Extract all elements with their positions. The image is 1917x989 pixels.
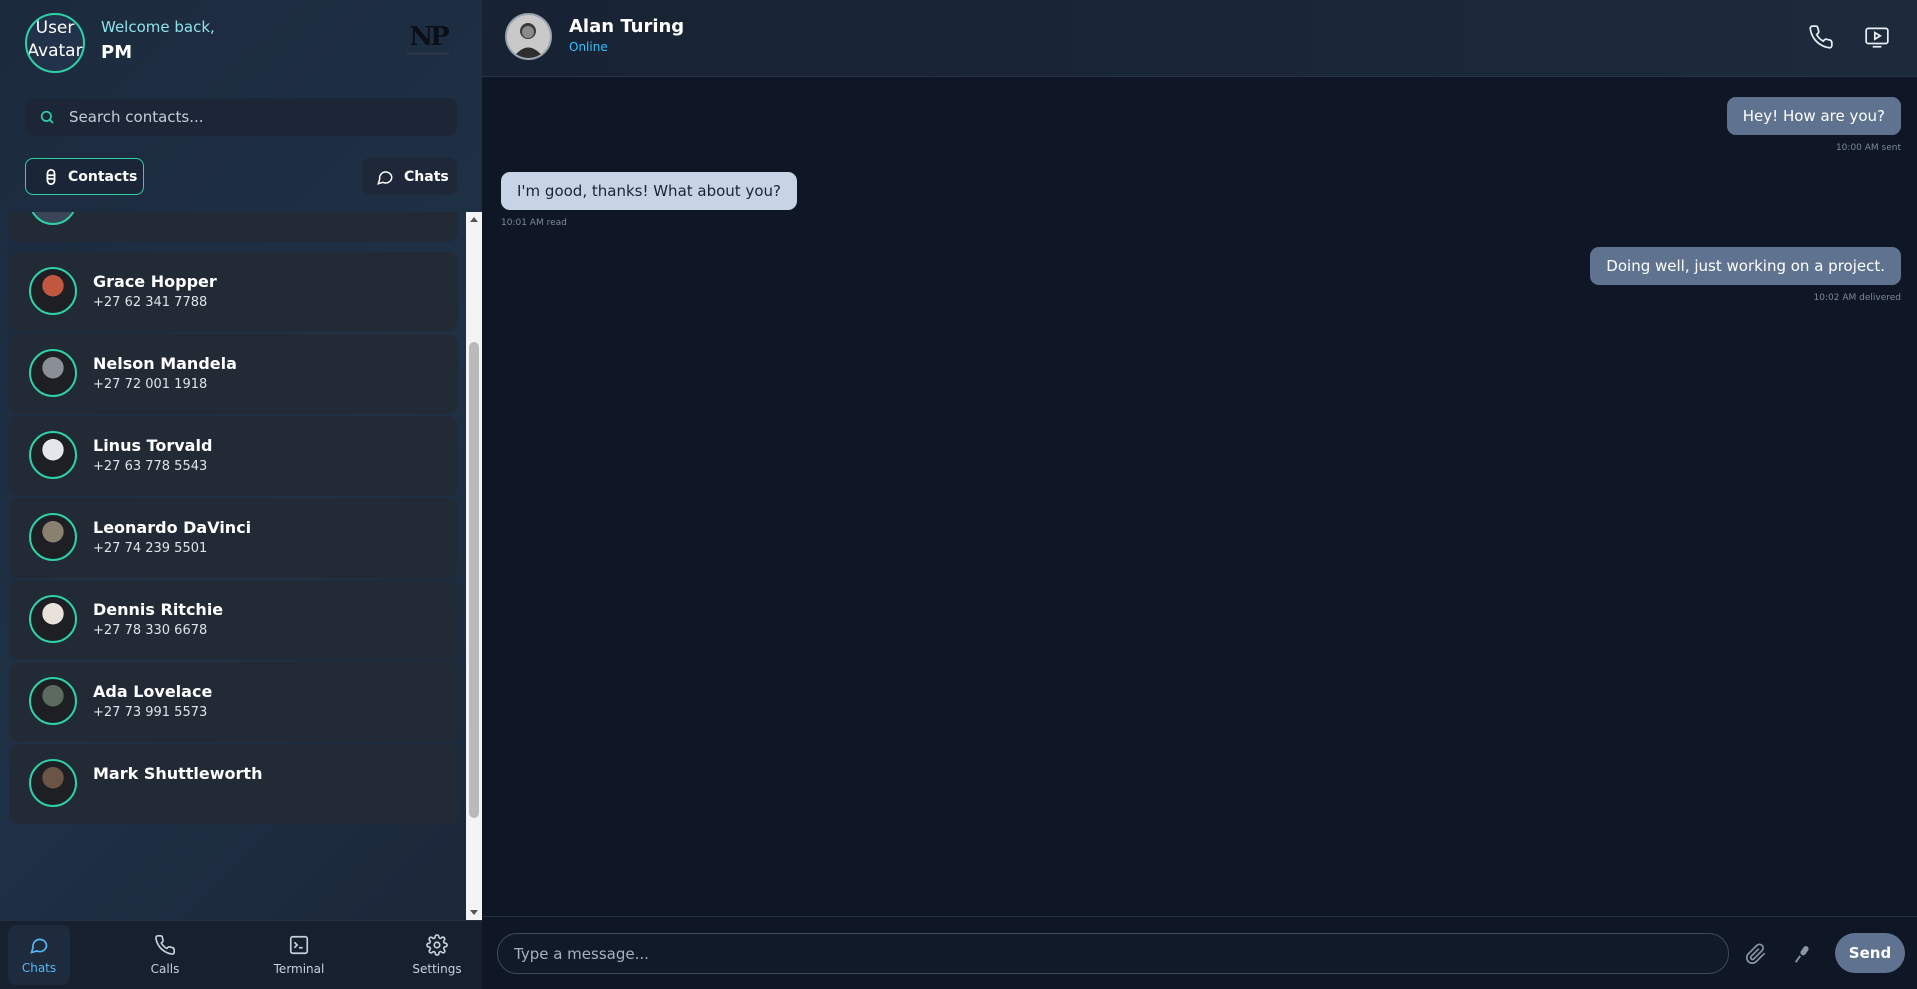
scroll-up-arrow-icon[interactable] <box>470 217 478 222</box>
contact-name: Leonardo DaVinci <box>93 518 252 537</box>
contact-name: Linus Torvald <box>93 436 213 455</box>
message-meta: 10:00 AM sent <box>1835 143 1901 153</box>
nav-calls[interactable]: Calls <box>134 925 196 985</box>
contact-phone: +27 73 991 5573 <box>93 705 208 720</box>
contact-name: Nelson Mandela <box>93 354 237 373</box>
contact-avatar <box>29 349 77 397</box>
search-icon <box>40 110 54 124</box>
phone-icon <box>155 935 175 955</box>
nav-terminal-label: Terminal <box>273 962 325 976</box>
contact-phone: +27 63 778 5543 <box>93 459 208 474</box>
chat-bubble-icon <box>30 938 48 954</box>
chat-contact-status: Online <box>569 40 608 54</box>
gear-icon <box>426 934 448 956</box>
contact-name: Dennis Ritchie <box>93 600 224 619</box>
scroll-down-arrow-icon[interactable] <box>470 910 478 915</box>
contact-avatar <box>29 513 77 561</box>
brand-logo-underline <box>407 52 449 55</box>
message-bubble-sent[interactable]: Doing well, just working on a project. <box>1590 247 1901 285</box>
nav-chats[interactable]: Chats <box>8 925 70 985</box>
contact-item[interactable]: Mark Shuttleworth <box>9 744 458 824</box>
bottom-nav: Chats Calls Terminal Settings <box>0 920 482 989</box>
message-meta: 10:02 AM delivered <box>1813 293 1901 303</box>
sidebar-header: User Avatar Welcome back, PM NP <box>0 0 482 90</box>
contact-avatar <box>29 759 77 807</box>
search-input[interactable] <box>69 108 429 126</box>
contact-avatar <box>29 212 77 225</box>
contact-list-scrollbar[interactable] <box>466 212 482 920</box>
contact-list[interactable]: Grace Hopper +27 62 341 7788 Nelson Mand… <box>0 212 465 920</box>
contact-phone: +27 72 001 1918 <box>93 377 208 392</box>
message-bubble-sent[interactable]: Hey! How are you? <box>1726 97 1901 135</box>
portrait-image <box>507 15 550 58</box>
nav-settings-label: Settings <box>412 962 462 976</box>
contact-phone: +27 62 341 7788 <box>93 295 208 310</box>
video-call-icon[interactable] <box>1864 24 1890 50</box>
sidebar: User Avatar Welcome back, PM NP Contacts… <box>0 0 482 989</box>
terminal-icon <box>289 935 309 955</box>
paperclip-icon[interactable] <box>1745 943 1767 965</box>
phone-call-icon[interactable] <box>1808 24 1834 50</box>
nav-chats-label: Chats <box>21 961 57 975</box>
contacts-icon <box>46 168 56 185</box>
contact-item[interactable]: Ada Lovelace +27 73 991 5573 <box>9 662 458 742</box>
nav-settings[interactable]: Settings <box>406 925 468 985</box>
contact-item[interactable]: Grace Hopper +27 62 341 7788 <box>9 252 458 332</box>
search-box[interactable] <box>25 98 457 136</box>
message-composer: Send <box>482 916 1917 989</box>
contact-avatar <box>29 595 77 643</box>
brand-logo: NP <box>405 22 451 58</box>
contact-item[interactable]: Leonardo DaVinci +27 74 239 5501 <box>9 498 458 578</box>
contact-name: Grace Hopper <box>93 272 217 291</box>
tab-chats[interactable]: Chats <box>362 158 457 195</box>
contact-name: Ada Lovelace <box>93 682 213 701</box>
contact-avatar <box>29 431 77 479</box>
tab-contacts[interactable]: Contacts <box>25 158 144 195</box>
scroll-thumb[interactable] <box>469 342 479 818</box>
contact-item-partial[interactable] <box>9 212 458 242</box>
welcome-text: Welcome back, <box>101 18 215 36</box>
contact-item[interactable]: Dennis Ritchie +27 78 330 6678 <box>9 580 458 660</box>
contact-avatar <box>29 267 77 315</box>
nav-calls-label: Calls <box>150 962 180 976</box>
chat-panel: Alan Turing Online Hey! How are you? 10:… <box>482 0 1917 989</box>
user-name: PM <box>101 42 133 63</box>
contact-phone: +27 74 239 5501 <box>93 541 208 556</box>
nav-terminal[interactable]: Terminal <box>268 925 330 985</box>
user-avatar[interactable]: User Avatar <box>25 13 85 73</box>
message-input[interactable] <box>497 933 1729 974</box>
message-meta: 10:01 AM read <box>501 218 567 228</box>
contact-avatar <box>29 677 77 725</box>
chat-app: User Avatar Welcome back, PM NP Contacts… <box>0 0 1917 989</box>
brand-logo-mark: NP <box>409 22 449 52</box>
send-button[interactable]: Send <box>1835 933 1905 973</box>
contact-name: Mark Shuttleworth <box>93 764 263 783</box>
tab-contacts-label: Contacts <box>68 168 138 185</box>
message-bubble-received[interactable]: I'm good, thanks! What about you? <box>501 172 797 210</box>
contact-item[interactable]: Nelson Mandela +27 72 001 1918 <box>9 334 458 414</box>
chat-header: Alan Turing Online <box>482 0 1917 77</box>
contact-phone: +27 78 330 6678 <box>93 623 208 638</box>
chat-contact-name: Alan Turing <box>569 16 685 37</box>
tab-chats-label: Chats <box>404 168 449 185</box>
microphone-icon[interactable] <box>1792 943 1814 965</box>
chat-bubble-icon <box>377 170 393 185</box>
chat-contact-avatar[interactable] <box>505 13 552 60</box>
contact-item[interactable]: Linus Torvald +27 63 778 5543 <box>9 416 458 496</box>
